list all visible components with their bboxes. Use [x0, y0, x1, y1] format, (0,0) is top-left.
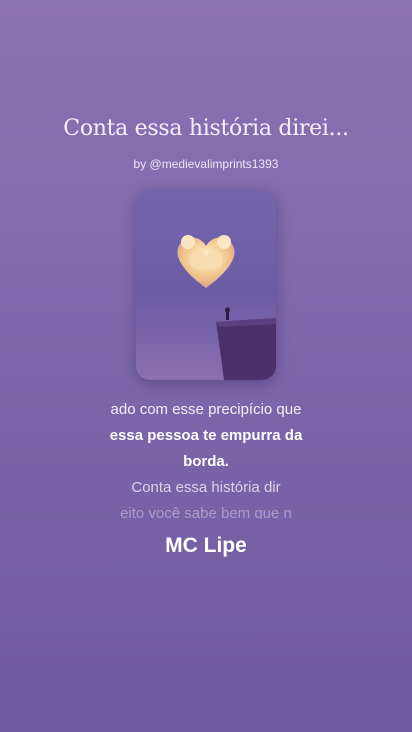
artist-name[interactable]: MC Lipe: [0, 534, 412, 558]
song-title: Conta essa história direi...: [63, 116, 349, 141]
lyrics-panel[interactable]: ado com esse precipício que essa pessoa …: [0, 397, 412, 519]
lyric-line-fading: eito você sabe bem que n: [120, 505, 292, 519]
heart-cloud-cliff-icon: [136, 190, 276, 380]
lyric-line-active-end: borda.: [183, 453, 229, 470]
album-cover[interactable]: [136, 190, 276, 380]
song-byline[interactable]: by @medievalimprints1393: [0, 157, 412, 171]
lyric-line-next: Conta essa história dir: [131, 479, 281, 496]
lyrics-screen: Conta essa história direi... by @medieva…: [0, 0, 412, 732]
lyric-line-active: essa pessoa te empurra da: [109, 427, 303, 444]
lyric-line-past: ado com esse precipício que: [110, 401, 302, 418]
